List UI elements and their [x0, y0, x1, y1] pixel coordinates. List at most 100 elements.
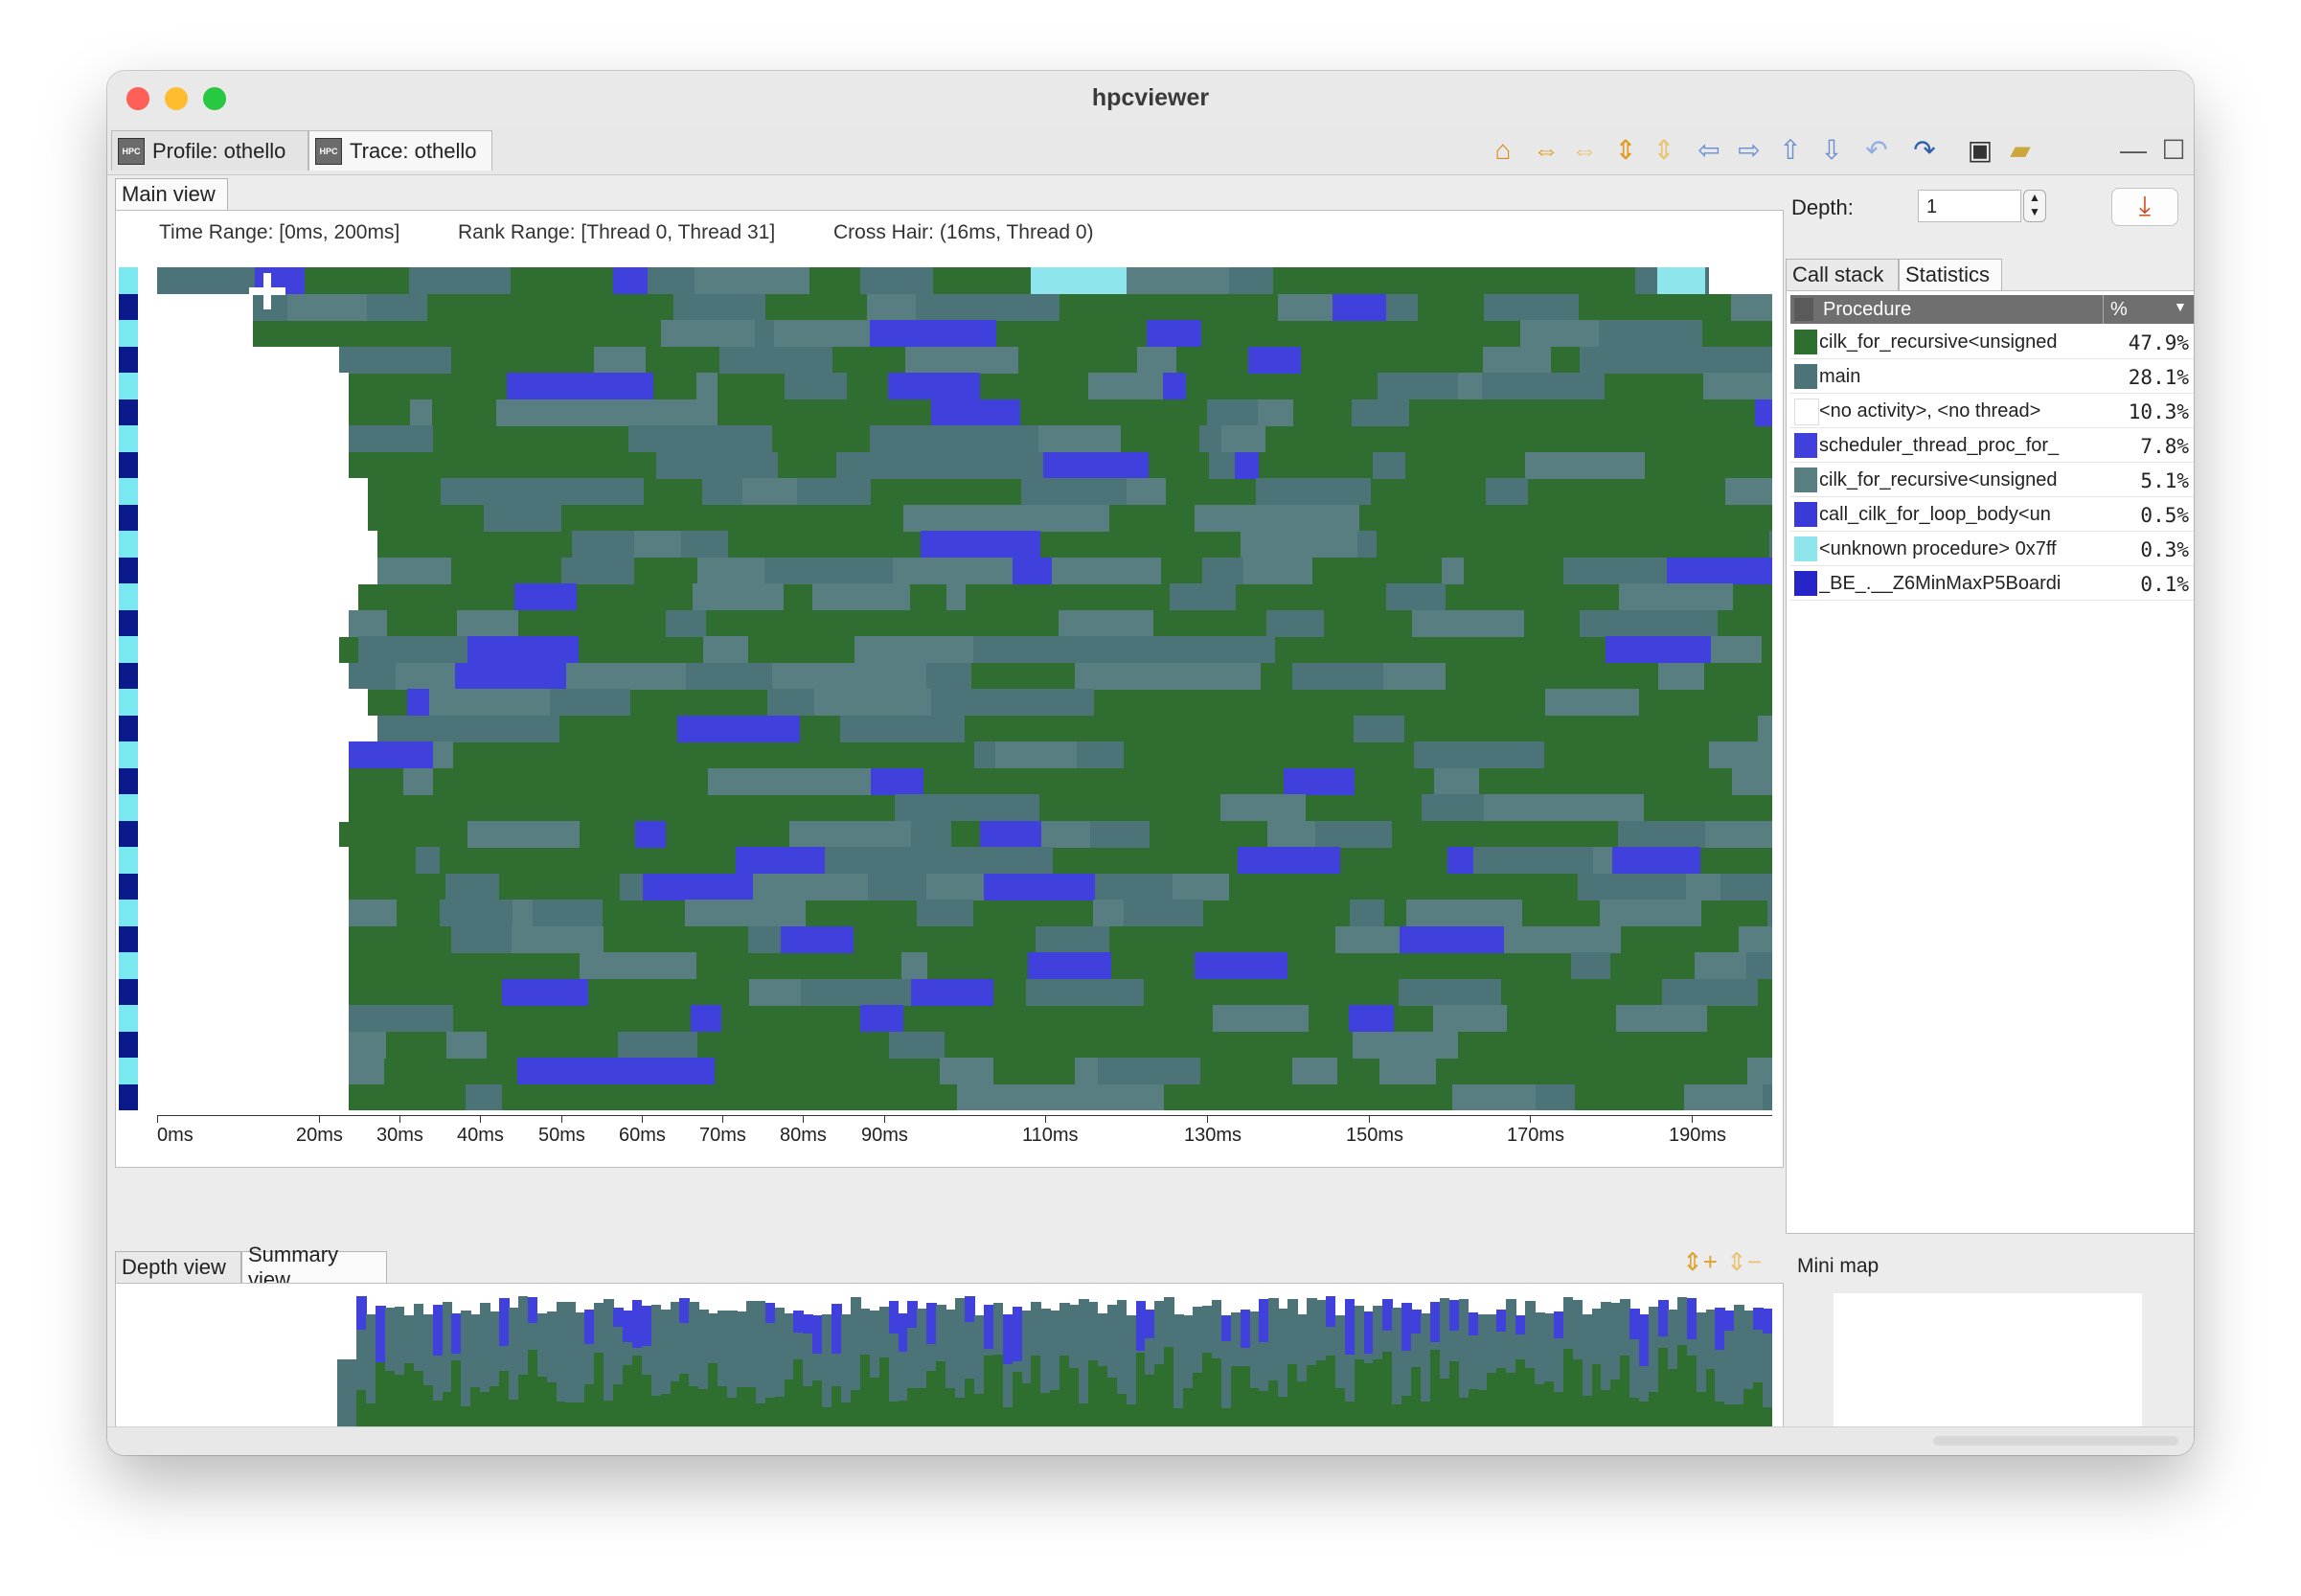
trace-segment [403, 767, 433, 795]
trace-segment [1248, 346, 1301, 374]
arrow-down-icon[interactable]: ⇩ [1815, 134, 1848, 167]
expand-vertical-icon[interactable]: ⇕ [1609, 134, 1642, 167]
trace-segment [911, 820, 951, 848]
trace-segment [512, 925, 604, 953]
color-swatch [1794, 399, 1819, 425]
percent-column-header[interactable]: % [2110, 299, 2128, 321]
trace-canvas[interactable] [157, 267, 1772, 1110]
trace-segment [349, 1031, 386, 1059]
trace-segment [1414, 741, 1457, 768]
no-activity-segment [157, 557, 377, 584]
trace-segment [1098, 1058, 1200, 1084]
tab-summary-view[interactable]: Summary view [241, 1243, 387, 1291]
time-tick-label: 150ms [1346, 1125, 1404, 1146]
shrink-vertical-icon[interactable]: ⇕ [1648, 134, 1680, 167]
tab-main-view[interactable]: Main view [115, 178, 228, 211]
trace-segment [946, 583, 966, 610]
trace-segment [1399, 978, 1501, 1006]
trace-segment [1090, 820, 1150, 848]
statistics-row[interactable]: cilk_for_recursive<unsigned 47.9% [1790, 326, 2194, 359]
trace-segment [1657, 267, 1705, 294]
trace-segment [1124, 900, 1203, 926]
trace-segment [1243, 557, 1312, 584]
rank-marker [119, 399, 138, 425]
download-icon[interactable]: ⤓ [2111, 188, 2178, 226]
procedure-percent: 7.8% [2140, 435, 2189, 458]
arrow-up-icon[interactable]: ⇧ [1774, 134, 1807, 167]
sort-descending-icon: ▼ [2174, 299, 2187, 314]
trace-segment [812, 583, 910, 610]
statistics-row[interactable]: cilk_for_recursive<unsigned 5.1% [1790, 464, 2194, 497]
trace-segment [1767, 900, 1772, 926]
trace-segment [969, 293, 1059, 321]
title-bar: hpcviewer [107, 71, 2194, 127]
trace-segment [1352, 399, 1409, 426]
trace-segment [507, 373, 567, 399]
trace-segment [1213, 1005, 1235, 1032]
time-range-label: Time Range: [0ms, 200ms] [159, 221, 400, 243]
hpc-icon: HPC [118, 137, 145, 165]
zoom-out-vertical-icon[interactable]: ⇕− [1726, 1247, 1762, 1277]
tab-depth-view[interactable]: Depth view [115, 1251, 241, 1284]
trace-segment [772, 662, 868, 690]
trace-segment [1558, 794, 1644, 821]
horizontal-scrollbar[interactable] [1933, 1436, 2178, 1446]
statistics-row[interactable]: <unknown procedure> 0x7ff 0.3% [1790, 533, 2194, 566]
no-activity-segment [157, 741, 349, 769]
depth-input[interactable]: 1 [1918, 190, 2021, 222]
arrow-right-icon[interactable]: ⇨ [1733, 134, 1766, 167]
hpc-icon: HPC [315, 137, 342, 165]
trace-segment [1333, 293, 1386, 321]
tab-statistics[interactable]: Statistics [1899, 259, 2002, 291]
trace-segment [814, 689, 931, 716]
statistics-row[interactable]: scheduler_thread_proc_for_ 7.8% [1790, 429, 2194, 463]
maximize-icon[interactable]: ☐ [2157, 134, 2190, 167]
no-activity-segment [157, 847, 349, 875]
procedure-percent: 0.1% [2140, 573, 2189, 596]
statistics-row[interactable]: call_cilk_for_loop_body<un 0.5% [1790, 498, 2194, 532]
time-tick [1045, 1115, 1046, 1123]
statistics-row[interactable]: <no activity>, <no thread> 10.3% [1790, 395, 2194, 428]
trace-segment [893, 557, 1013, 584]
tab-profile[interactable]: HPC Profile: othello [111, 130, 308, 171]
zoom-in-vertical-icon[interactable]: ⇕+ [1682, 1247, 1718, 1277]
procedure-column-header[interactable]: Procedure [1823, 299, 1911, 321]
shrink-horizontal-icon[interactable]: ⇔ [1568, 134, 1601, 167]
rank-marker [119, 1084, 138, 1110]
arrow-left-icon[interactable]: ⇦ [1693, 134, 1725, 167]
trace-segment [410, 399, 432, 426]
depth-stepper[interactable]: ▲ ▼ [2023, 190, 2046, 222]
rank-marker [119, 768, 138, 794]
trace-segment [995, 741, 1077, 768]
trace-segment [722, 451, 778, 479]
statistics-row[interactable]: main 28.1% [1790, 360, 2194, 394]
trace-segment [1442, 557, 1464, 584]
trace-segment [867, 293, 916, 321]
rank-marker [119, 558, 138, 583]
trace-segment [396, 662, 455, 690]
undo-icon[interactable]: ↶ [1860, 134, 1893, 167]
time-tick-label: 50ms [538, 1125, 585, 1146]
no-activity-segment [157, 478, 368, 506]
time-tick-label: 130ms [1184, 1125, 1242, 1146]
tab-trace[interactable]: HPC Trace: othello [308, 130, 492, 171]
trace-segment [628, 425, 693, 452]
time-tick [1369, 1115, 1370, 1123]
trace-segment [1075, 1058, 1098, 1084]
trace-segment [1763, 1083, 1772, 1110]
open-folder-icon[interactable]: ▰ [2004, 134, 2037, 167]
expand-horizontal-icon[interactable]: ⇔ [1530, 134, 1562, 167]
home-icon[interactable]: ⌂ [1487, 134, 1519, 167]
time-tick-label: 20ms [296, 1125, 343, 1146]
redo-icon[interactable]: ↷ [1908, 134, 1941, 167]
trace-segment [1028, 952, 1111, 979]
trace-segment [1220, 794, 1306, 821]
save-icon[interactable]: ▣ [1964, 134, 1996, 167]
trace-segment [1378, 373, 1458, 399]
trace-segment [466, 1083, 502, 1110]
minimize-icon[interactable]: — [2117, 134, 2150, 167]
statistics-row[interactable]: _BE_.__Z6MinMaxP5Boardi 0.1% [1790, 567, 2194, 601]
trace-segment [681, 531, 728, 558]
tab-call-stack[interactable]: Call stack [1786, 259, 1899, 291]
trace-segment [349, 741, 433, 768]
